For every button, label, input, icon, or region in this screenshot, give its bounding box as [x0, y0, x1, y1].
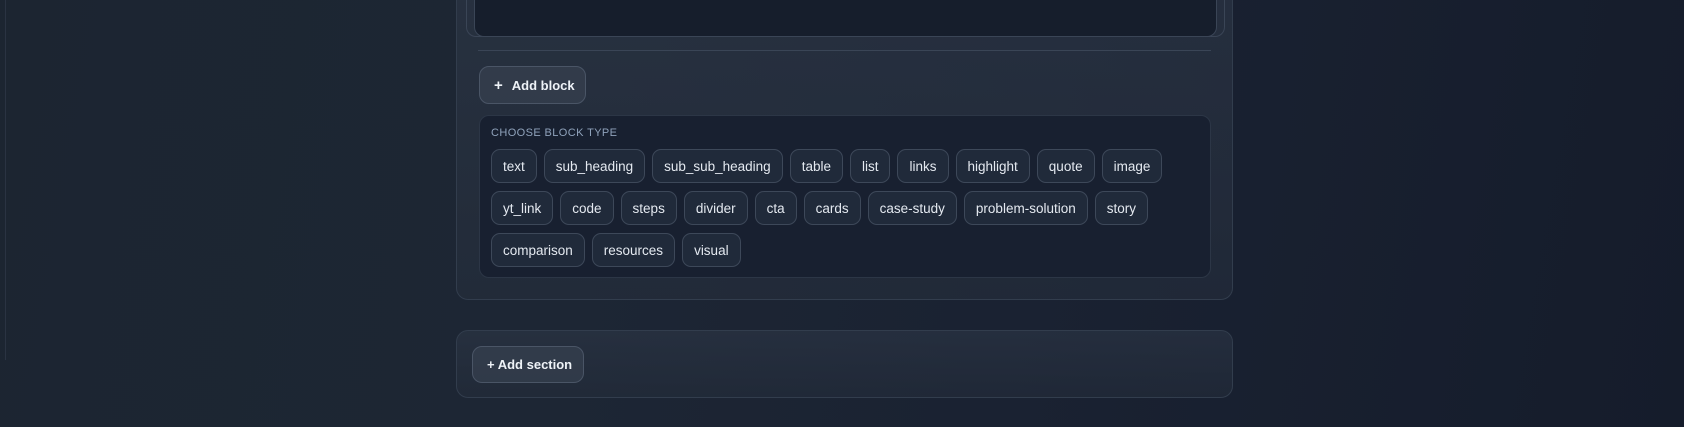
block-type-chip-sub_sub_heading[interactable]: sub_sub_heading — [652, 149, 783, 183]
chooser-title: CHOOSE BLOCK TYPE — [491, 127, 618, 139]
previous-block-input[interactable] — [474, 0, 1217, 37]
block-type-chip-list[interactable]: list — [849, 149, 891, 183]
plus-icon: + — [494, 76, 503, 94]
block-type-chip-resources[interactable]: resources — [591, 233, 676, 267]
block-type-chip-sub_heading[interactable]: sub_heading — [543, 149, 646, 183]
add-section-button[interactable]: + Add section — [472, 346, 584, 383]
block-type-chip-comparison[interactable]: comparison — [491, 233, 585, 267]
block-type-chip-problem-solution[interactable]: problem-solution — [963, 191, 1088, 225]
block-type-chip-steps[interactable]: steps — [620, 191, 677, 225]
block-type-chip-story[interactable]: story — [1094, 191, 1148, 225]
block-type-chip-highlight[interactable]: highlight — [955, 149, 1030, 183]
block-type-chip-table[interactable]: table — [789, 149, 843, 183]
block-type-chip-links[interactable]: links — [897, 149, 949, 183]
block-type-chip-text[interactable]: text — [491, 149, 537, 183]
block-type-chip-cards[interactable]: cards — [803, 191, 861, 225]
add-block-label: Add block — [511, 77, 575, 93]
add-block-button[interactable]: + Add block — [479, 66, 586, 104]
block-type-chip-case-study[interactable]: case-study — [867, 191, 957, 225]
block-type-chip-quote[interactable]: quote — [1036, 149, 1095, 183]
block-type-list: text sub_heading sub_sub_heading table list l… — [491, 149, 1201, 267]
left-edge-divider — [0, 0, 6, 360]
block-type-chip-visual[interactable]: visual — [682, 233, 741, 267]
block-type-chip-yt_link[interactable]: yt_link — [491, 191, 554, 225]
block-type-chip-code[interactable]: code — [560, 191, 614, 225]
block-type-chip-cta[interactable]: cta — [754, 191, 797, 225]
section-separator — [478, 50, 1211, 51]
block-type-chip-image[interactable]: image — [1101, 149, 1163, 183]
block-type-chip-divider[interactable]: divider — [683, 191, 748, 225]
